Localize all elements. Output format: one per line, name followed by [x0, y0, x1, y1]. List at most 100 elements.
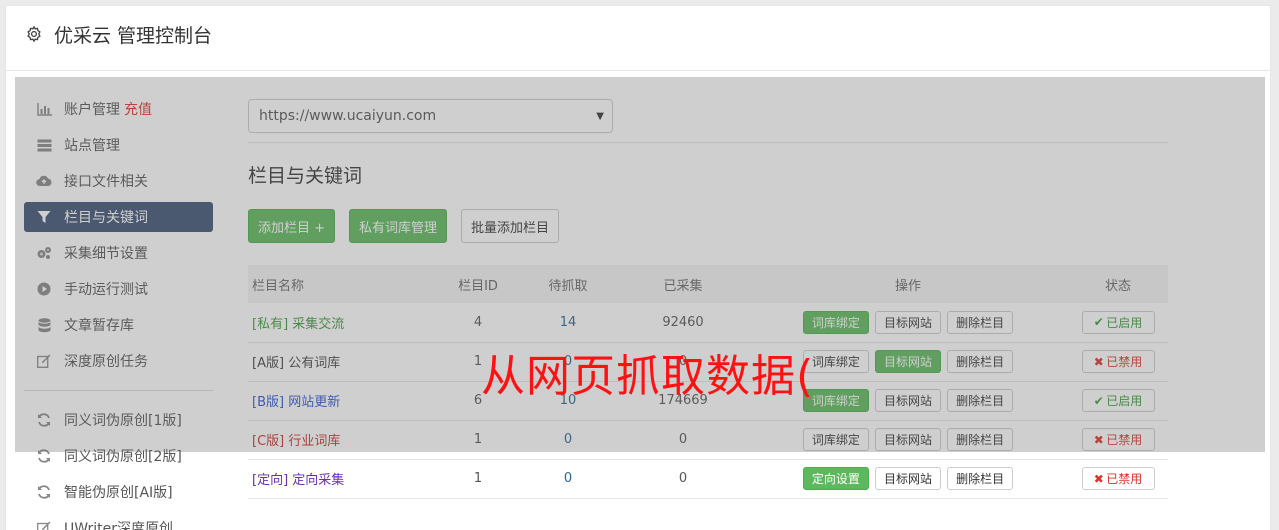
- site-select[interactable]: https://www.ucaiyun.com ▼: [248, 99, 613, 133]
- column-tag: [私有]: [252, 316, 289, 332]
- sidebar-item-label: 同义词伪原创[2版]: [64, 449, 182, 465]
- sidebar-item-manual-test[interactable]: 手动运行测试: [24, 274, 213, 304]
- column-name-cell: [C版] 行业词库: [248, 420, 438, 460]
- sidebar-item-synonym-v2[interactable]: 同义词伪原创[2版]: [24, 441, 213, 471]
- filter-icon: [36, 209, 52, 225]
- header-collected: 已采集: [618, 265, 748, 303]
- private-library-button[interactable]: 私有词库管理: [349, 209, 448, 243]
- close-icon: ✖: [1093, 432, 1107, 447]
- sidebar-item-deep-original[interactable]: 深度原创任务: [24, 346, 213, 376]
- collected-count: 0: [618, 459, 748, 499]
- refresh-icon: [36, 484, 52, 500]
- close-icon: ✖: [1093, 354, 1107, 369]
- target-site-button[interactable]: 目标网站: [874, 428, 941, 451]
- column-name-link[interactable]: 定向采集: [292, 473, 344, 488]
- add-column-button[interactable]: 添加栏目 +: [248, 209, 336, 243]
- sidebar-item-label: 接口文件相关: [64, 174, 148, 190]
- sidebar-item-label: 手动运行测试: [64, 282, 148, 298]
- edit-icon: [36, 520, 52, 530]
- status-label: 已启用: [1106, 394, 1143, 408]
- actions-cell: 词库绑定 目标网站 删除栏目: [748, 303, 1068, 343]
- pending-count[interactable]: 14: [560, 315, 577, 330]
- target-site-button[interactable]: 目标网站: [874, 467, 941, 490]
- delete-column-button[interactable]: 删除栏目: [947, 310, 1014, 334]
- header-column-id: 栏目ID: [438, 265, 518, 303]
- status-label: 已禁用: [1106, 472, 1143, 486]
- status-toggle[interactable]: ✔ 已启用: [1081, 389, 1155, 412]
- sidebar-item-uwriter[interactable]: UWriter深度原创: [24, 513, 213, 530]
- recharge-link[interactable]: 充值: [124, 99, 152, 119]
- sidebar-item-sites[interactable]: 站点管理: [24, 130, 213, 160]
- bar-chart-icon: [36, 101, 52, 117]
- play-circle-icon: [36, 281, 52, 297]
- toolbar: 添加栏目 + 私有词库管理 批量添加栏目: [248, 209, 1168, 243]
- column-tag: [C版]: [252, 434, 285, 449]
- sidebar-item-collect-settings[interactable]: 采集细节设置: [24, 238, 213, 268]
- sidebar-item-label: 采集细节设置: [64, 246, 148, 262]
- sidebar-item-label: 同义词伪原创[1版]: [64, 413, 182, 429]
- bind-library-button[interactable]: 词库绑定: [802, 428, 869, 451]
- sidebar-item-label: 栏目与关键词: [64, 210, 148, 226]
- table-header-row: 栏目名称 栏目ID 待抓取 已采集 操作 状态: [248, 265, 1168, 303]
- sidebar-item-article-store[interactable]: 文章暂存库: [24, 310, 213, 340]
- sidebar-divider: [24, 390, 213, 391]
- column-name-cell: [私有] 采集交流: [248, 303, 438, 343]
- server-icon: [36, 137, 52, 153]
- status-toggle[interactable]: ✔ 已启用: [1081, 310, 1155, 334]
- batch-add-button[interactable]: 批量添加栏目: [461, 209, 560, 243]
- delete-column-button[interactable]: 删除栏目: [947, 428, 1014, 451]
- sidebar-item-synonym-v1[interactable]: 同义词伪原创[1版]: [24, 405, 213, 435]
- status-label: 已禁用: [1106, 355, 1143, 369]
- table-row: [定向] 定向采集 1 0 0 定向设置 目标网站 删除栏目 ✖ 已禁用: [248, 459, 1168, 499]
- pending-count[interactable]: 0: [564, 471, 572, 486]
- header-pending: 待抓取: [518, 265, 618, 303]
- column-name-cell: [B版] 网站更新: [248, 381, 438, 421]
- delete-column-button[interactable]: 删除栏目: [947, 389, 1014, 412]
- sidebar-item-account[interactable]: 账户管理 充值: [24, 94, 213, 124]
- status-label: 已禁用: [1106, 433, 1143, 447]
- pending-count[interactable]: 0: [564, 432, 572, 447]
- section-title: 栏目与关键词: [248, 165, 363, 187]
- status-toggle[interactable]: ✖ 已禁用: [1081, 467, 1155, 490]
- bind-library-button[interactable]: 词库绑定: [802, 310, 869, 334]
- sidebar-item-label: UWriter深度原创: [64, 521, 173, 530]
- column-name-link[interactable]: 网站更新: [288, 395, 340, 410]
- header-bar: 优采云 管理控制台: [5, 5, 1271, 71]
- sidebar-item-label: 深度原创任务: [64, 354, 148, 370]
- check-icon: ✔: [1093, 393, 1107, 408]
- column-tag: [定向]: [252, 473, 289, 488]
- column-name-link[interactable]: 公有词库: [288, 356, 340, 371]
- column-id: 4: [438, 303, 518, 343]
- watermark-text: 从网页抓取数据(: [481, 351, 815, 402]
- sidebar-item-label: 文章暂存库: [64, 318, 134, 334]
- delete-column-button[interactable]: 删除栏目: [947, 467, 1014, 490]
- column-id: 1: [438, 459, 518, 499]
- delete-column-button[interactable]: 删除栏目: [947, 350, 1014, 373]
- table-row: [C版] 行业词库 1 0 0 词库绑定 目标网站 删除栏目 ✖ 已禁用: [248, 420, 1168, 460]
- column-name-link[interactable]: 采集交流: [292, 317, 344, 332]
- target-site-button[interactable]: 目标网站: [874, 310, 941, 334]
- edit-icon: [36, 353, 52, 369]
- sidebar-item-columns[interactable]: 栏目与关键词: [24, 202, 213, 232]
- status-toggle[interactable]: ✖ 已禁用: [1081, 428, 1155, 451]
- status-toggle[interactable]: ✖ 已禁用: [1081, 350, 1155, 373]
- main-content: https://www.ucaiyun.com ▼ 栏目与关键词 添加栏目 + …: [248, 99, 1168, 499]
- refresh-icon: [36, 412, 52, 428]
- table-row: [私有] 采集交流 4 14 92460 词库绑定 目标网站 删除栏目 ✔ 已启…: [248, 303, 1168, 343]
- sidebar-item-interface[interactable]: 接口文件相关: [24, 166, 213, 196]
- status-label: 已启用: [1106, 315, 1143, 330]
- target-site-button[interactable]: 目标网站: [874, 350, 941, 373]
- column-tag: [A版]: [252, 356, 285, 371]
- refresh-icon: [36, 448, 52, 464]
- gear-icon: [27, 25, 41, 43]
- column-name-link[interactable]: 行业词库: [288, 434, 340, 449]
- check-icon: ✔: [1093, 315, 1107, 330]
- directed-settings-button[interactable]: 定向设置: [802, 467, 869, 490]
- sidebar: 账户管理 充值 站点管理 接口文件相关 栏目与关键词 采集细节设置 手动运行测试: [24, 94, 213, 530]
- column-name-cell: [定向] 定向采集: [248, 459, 438, 499]
- actions-cell: 定向设置 目标网站 删除栏目: [748, 459, 1068, 499]
- divider: [248, 142, 1168, 143]
- target-site-button[interactable]: 目标网站: [874, 389, 941, 412]
- sidebar-item-ai-rewrite[interactable]: 智能伪原创[AI版]: [24, 477, 213, 507]
- column-name-cell: [A版] 公有词库: [248, 342, 438, 382]
